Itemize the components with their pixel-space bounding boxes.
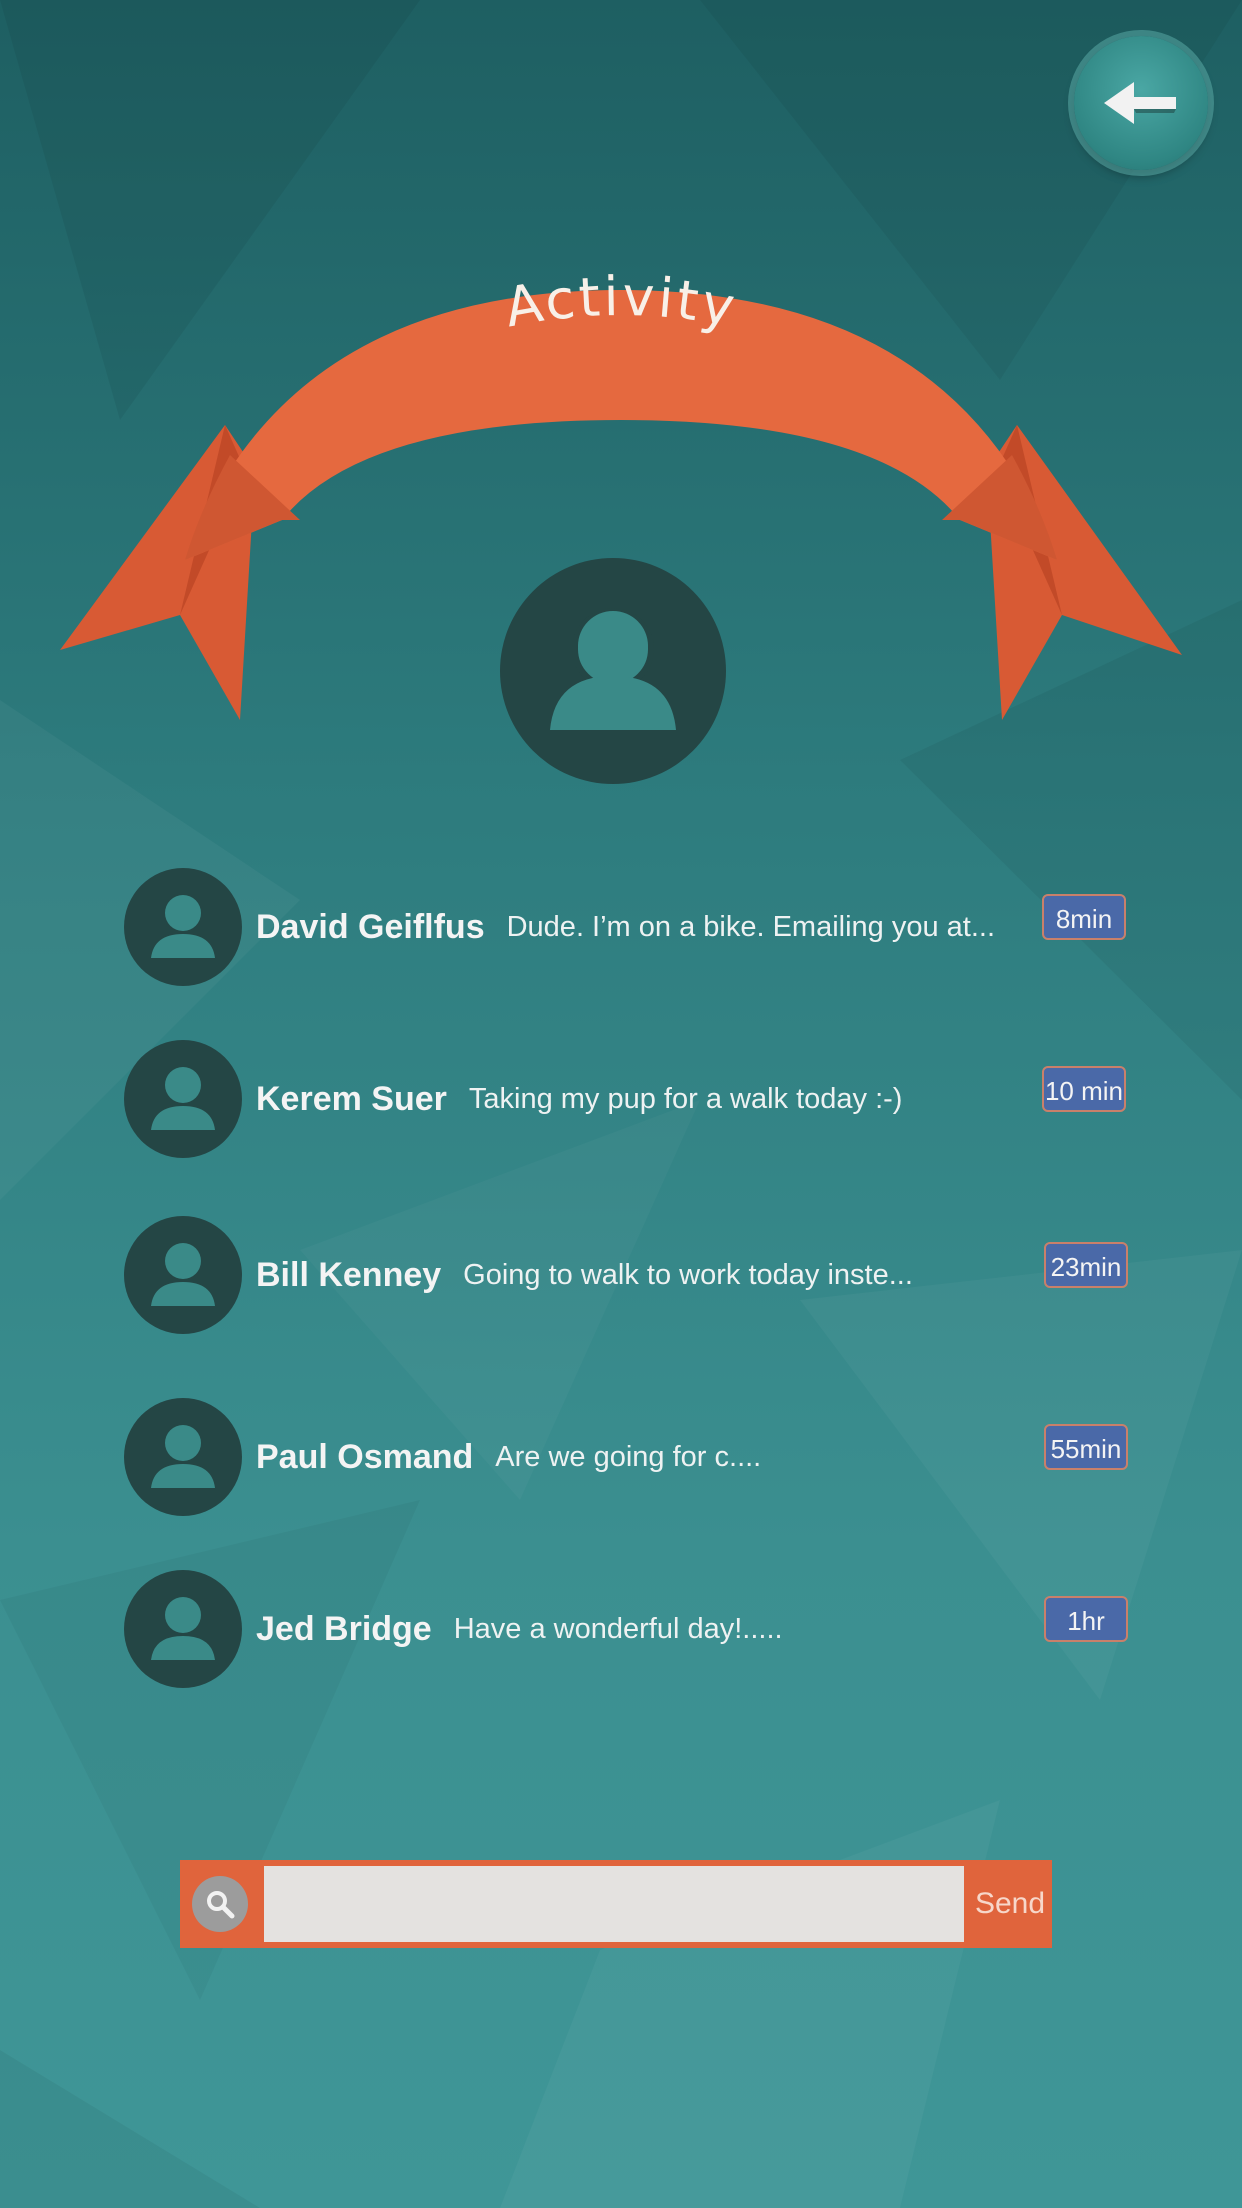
user-name: David Geiflfus (256, 907, 485, 946)
user-avatar-icon (124, 1570, 242, 1688)
profile-avatar[interactable] (500, 558, 726, 784)
message-preview: Dude. I’m on a bike. Emailing you at... (506, 910, 996, 943)
activity-item[interactable]: Jed Bridge Have a wonderful day!..... 1h… (124, 1570, 1134, 1688)
message-composer: Send (180, 1860, 1052, 1948)
time-badge: 1hr (1044, 1596, 1128, 1642)
activity-item[interactable]: David Geiflfus Dude. I’m on a bike. Emai… (124, 868, 1134, 986)
message-preview: Going to walk to work today inste... (463, 1258, 913, 1291)
send-button[interactable]: Send (968, 1860, 1052, 1948)
user-name: Paul Osmand (256, 1437, 474, 1476)
time-badge: 10 min (1042, 1066, 1126, 1112)
message-preview: Have a wonderful day!..... (453, 1612, 783, 1645)
message-preview: Are we going for c.... (495, 1440, 762, 1473)
search-icon (207, 1891, 235, 1919)
activity-item[interactable]: Paul Osmand Are we going for c.... 55min (124, 1398, 1134, 1516)
user-avatar-icon (124, 868, 242, 986)
user-name: Bill Kenney (256, 1255, 442, 1294)
time-badge: 23min (1044, 1242, 1128, 1288)
message-preview: Taking my pup for a walk today :-) (468, 1082, 903, 1115)
message-input[interactable] (264, 1866, 964, 1942)
user-avatar-icon (124, 1398, 242, 1516)
time-badge: 55min (1044, 1424, 1128, 1470)
activity-item[interactable]: Bill Kenney Going to walk to work today … (124, 1216, 1134, 1334)
user-name: Kerem Suer (256, 1079, 447, 1118)
user-avatar-icon (124, 1216, 242, 1334)
search-button[interactable] (192, 1876, 248, 1932)
time-badge: 8min (1042, 894, 1126, 940)
activity-item[interactable]: Kerem Suer Taking my pup for a walk toda… (124, 1040, 1134, 1158)
user-avatar-icon (124, 1040, 242, 1158)
user-name: Jed Bridge (256, 1609, 432, 1648)
